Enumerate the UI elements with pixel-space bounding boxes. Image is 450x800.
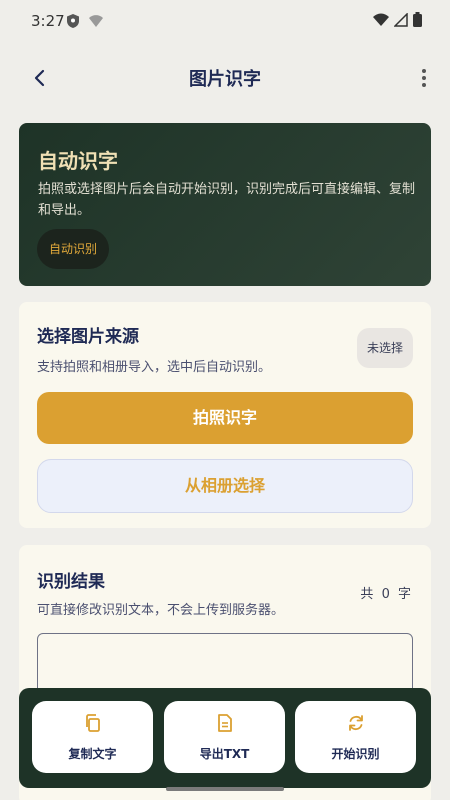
result-title: 识别结果: [37, 572, 105, 592]
start-recognition-button[interactable]: 开始识别: [295, 701, 416, 773]
wifi-icon: [373, 13, 389, 26]
shield-icon: [67, 14, 79, 28]
more-options-button[interactable]: [412, 66, 436, 90]
choose-from-album-button[interactable]: 从相册选择: [37, 459, 413, 513]
result-subtitle: 可直接修改识别文本，不会上传到服务器。: [37, 603, 285, 618]
copy-text-label: 复制文字: [68, 747, 117, 761]
signal-icon: [394, 12, 408, 27]
count-value: 0: [381, 587, 390, 602]
export-txt-button[interactable]: 导出TXT: [164, 701, 285, 773]
banner-title: 自动识字: [38, 149, 118, 173]
bottom-action-bar: 复制文字 导出TXT 开始识别: [19, 688, 431, 788]
source-title: 选择图片来源: [37, 327, 139, 347]
copy-text-button[interactable]: 复制文字: [32, 701, 153, 773]
home-indicator: [166, 787, 284, 791]
page-title: 图片识字: [189, 69, 261, 90]
status-time: 3:27: [31, 12, 65, 30]
more-vertical-icon: [422, 69, 426, 87]
selection-status-badge: 未选择: [356, 328, 413, 368]
auto-recognition-banner: 自动识字 拍照或选择图片后会自动开始识别，识别完成后可直接编辑、复制和导出。 自…: [19, 123, 431, 286]
count-suffix: 字: [397, 587, 411, 602]
character-count: 共 0 字: [358, 583, 413, 602]
app-bar: 图片识字: [0, 52, 450, 102]
export-txt-label: 导出TXT: [199, 747, 250, 761]
wifi-question-icon: [89, 15, 103, 27]
refresh-icon: [348, 715, 363, 731]
start-recognition-label: 开始识别: [331, 747, 380, 761]
banner-description: 拍照或选择图片后会自动开始识别，识别完成后可直接编辑、复制和导出。: [38, 182, 416, 218]
battery-icon: [413, 12, 422, 27]
image-source-card: 选择图片来源 支持拍照和相册导入，选中后自动识别。 未选择 拍照识字 从相册选择: [19, 302, 431, 528]
count-prefix: 共: [360, 587, 374, 602]
status-bar: 3:27: [0, 0, 450, 44]
copy-icon: [85, 714, 100, 732]
auto-recognition-chip: 自动识别: [37, 229, 110, 269]
take-photo-button[interactable]: 拍照识字: [37, 392, 413, 444]
source-subtitle: 支持拍照和相册导入，选中后自动识别。: [37, 360, 272, 375]
document-icon: [217, 714, 232, 732]
